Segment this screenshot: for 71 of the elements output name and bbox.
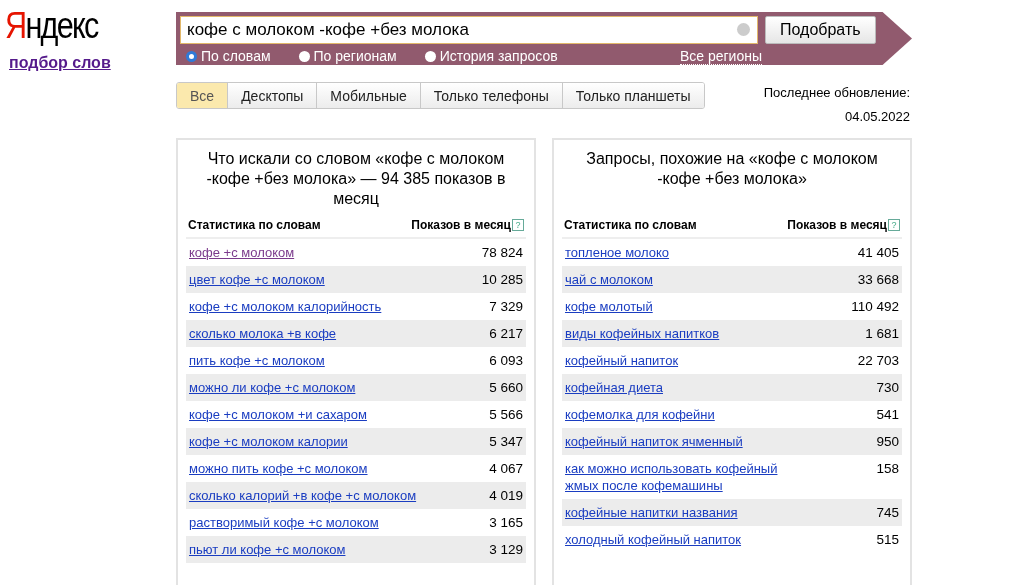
radio-label: По словам (201, 48, 271, 64)
device-tab[interactable]: Только телефоны (420, 83, 563, 108)
phrase-link[interactable]: пить кофе +с молоком (189, 352, 325, 369)
phrase-link[interactable]: кофейная диета (565, 379, 663, 396)
update-label: Последнее обновление: (763, 85, 910, 100)
phrase-link[interactable]: топленое молоко (565, 244, 670, 261)
count-cell: 110 492 (851, 298, 899, 315)
device-tab[interactable]: Десктопы (228, 83, 318, 108)
count-cell: 745 (876, 504, 899, 521)
count-cell: 1 681 (865, 325, 899, 342)
update-date: 04.05.2022 (844, 109, 910, 124)
service-link[interactable]: подбор слов (9, 54, 111, 72)
phrase-link[interactable]: кофейный напиток (565, 352, 679, 369)
submit-button[interactable]: Подобрать (765, 16, 876, 44)
count-cell: 3 165 (489, 514, 523, 531)
panel-title: Запросы, похожие на «кофе с молоком -кофе +без молока» (585, 149, 879, 189)
column-header: Статистика по словам (564, 218, 697, 232)
phrase-link[interactable]: кофе +с молоком калории (189, 433, 348, 450)
count-cell: 41 405 (857, 244, 899, 261)
phrase-link[interactable]: кофемолка для кофейни (565, 406, 715, 423)
count-cell: 5 347 (489, 433, 523, 450)
phrase-link[interactable]: кофейный напиток ячменный (565, 433, 743, 450)
phrase-link[interactable]: чай с молоком (565, 271, 653, 288)
count-cell: 5 566 (489, 406, 523, 423)
column-header: Показов в месяц (787, 218, 887, 232)
radio-option[interactable]: По регионам (298, 48, 397, 64)
count-cell: 3 129 (489, 541, 523, 558)
column-header: Показов в месяц (411, 218, 511, 232)
phrase-link[interactable]: кофе молотый (565, 298, 653, 315)
count-cell: 4 019 (489, 487, 523, 504)
device-tab[interactable]: Все (177, 83, 229, 108)
count-cell: 7 329 (489, 298, 523, 315)
count-cell: 158 (876, 460, 899, 477)
phrase-link[interactable]: как можно использовать кофейный жмых после кофемашины (565, 460, 795, 494)
radio-label: По регионам (313, 48, 397, 64)
phrase-link[interactable]: виды кофейных напитков (565, 325, 720, 342)
yandex-logo[interactable]: Яндекс (5, 6, 98, 46)
panel-title: Что искали со словом «кофе с молоком -кофе +без молока» — 94 385 показов в месяц (205, 149, 507, 209)
phrase-link[interactable]: можно пить кофе +с молоком (189, 460, 368, 477)
column-header: Статистика по словам (188, 218, 321, 232)
count-cell: 33 668 (857, 271, 899, 288)
count-cell: 10 285 (481, 271, 523, 288)
count-cell: 6 093 (489, 352, 523, 369)
phrase-link[interactable]: кофе +с молоком калорийность (189, 298, 382, 315)
phrase-link[interactable]: цвет кофе +с молоком (189, 271, 325, 288)
radio-icon[interactable] (186, 50, 197, 62)
phrase-link[interactable]: пьют ли кофе +с молоком (189, 541, 346, 558)
count-cell: 515 (876, 531, 899, 548)
phrase-link[interactable]: кофе +с молоком (189, 244, 295, 261)
count-cell: 541 (876, 406, 899, 423)
phrase-link[interactable]: можно ли кофе +с молоком (189, 379, 356, 396)
count-cell: 730 (876, 379, 899, 396)
radio-option[interactable]: По словам (186, 48, 271, 64)
count-cell: 5 660 (489, 379, 523, 396)
device-tab[interactable]: Только планшеты (562, 83, 704, 108)
count-cell: 22 703 (857, 352, 899, 369)
phrase-link[interactable]: кофейные напитки названия (565, 504, 738, 521)
device-tab[interactable]: Мобильные (317, 83, 421, 108)
count-cell: 6 217 (489, 325, 523, 342)
phrase-link[interactable]: холодный кофейный напиток (565, 531, 742, 548)
radio-icon[interactable] (298, 50, 310, 62)
regions-link[interactable]: Все регионы (679, 47, 762, 65)
search-field[interactable]: кофе с молоком -кофе +без молока (180, 16, 758, 44)
phrase-link[interactable]: сколько калорий +в кофе +с молоком (189, 487, 417, 504)
radio-icon[interactable] (424, 50, 436, 62)
count-cell: 950 (876, 433, 899, 450)
phrase-link[interactable]: сколько молока +в кофе (189, 325, 337, 342)
phrase-link[interactable]: кофе +с молоком +и сахаром (189, 406, 367, 423)
count-cell: 4 067 (489, 460, 523, 477)
count-cell: 78 824 (481, 244, 523, 261)
phrase-link[interactable]: растворимый кофе +с молоком (189, 514, 379, 531)
